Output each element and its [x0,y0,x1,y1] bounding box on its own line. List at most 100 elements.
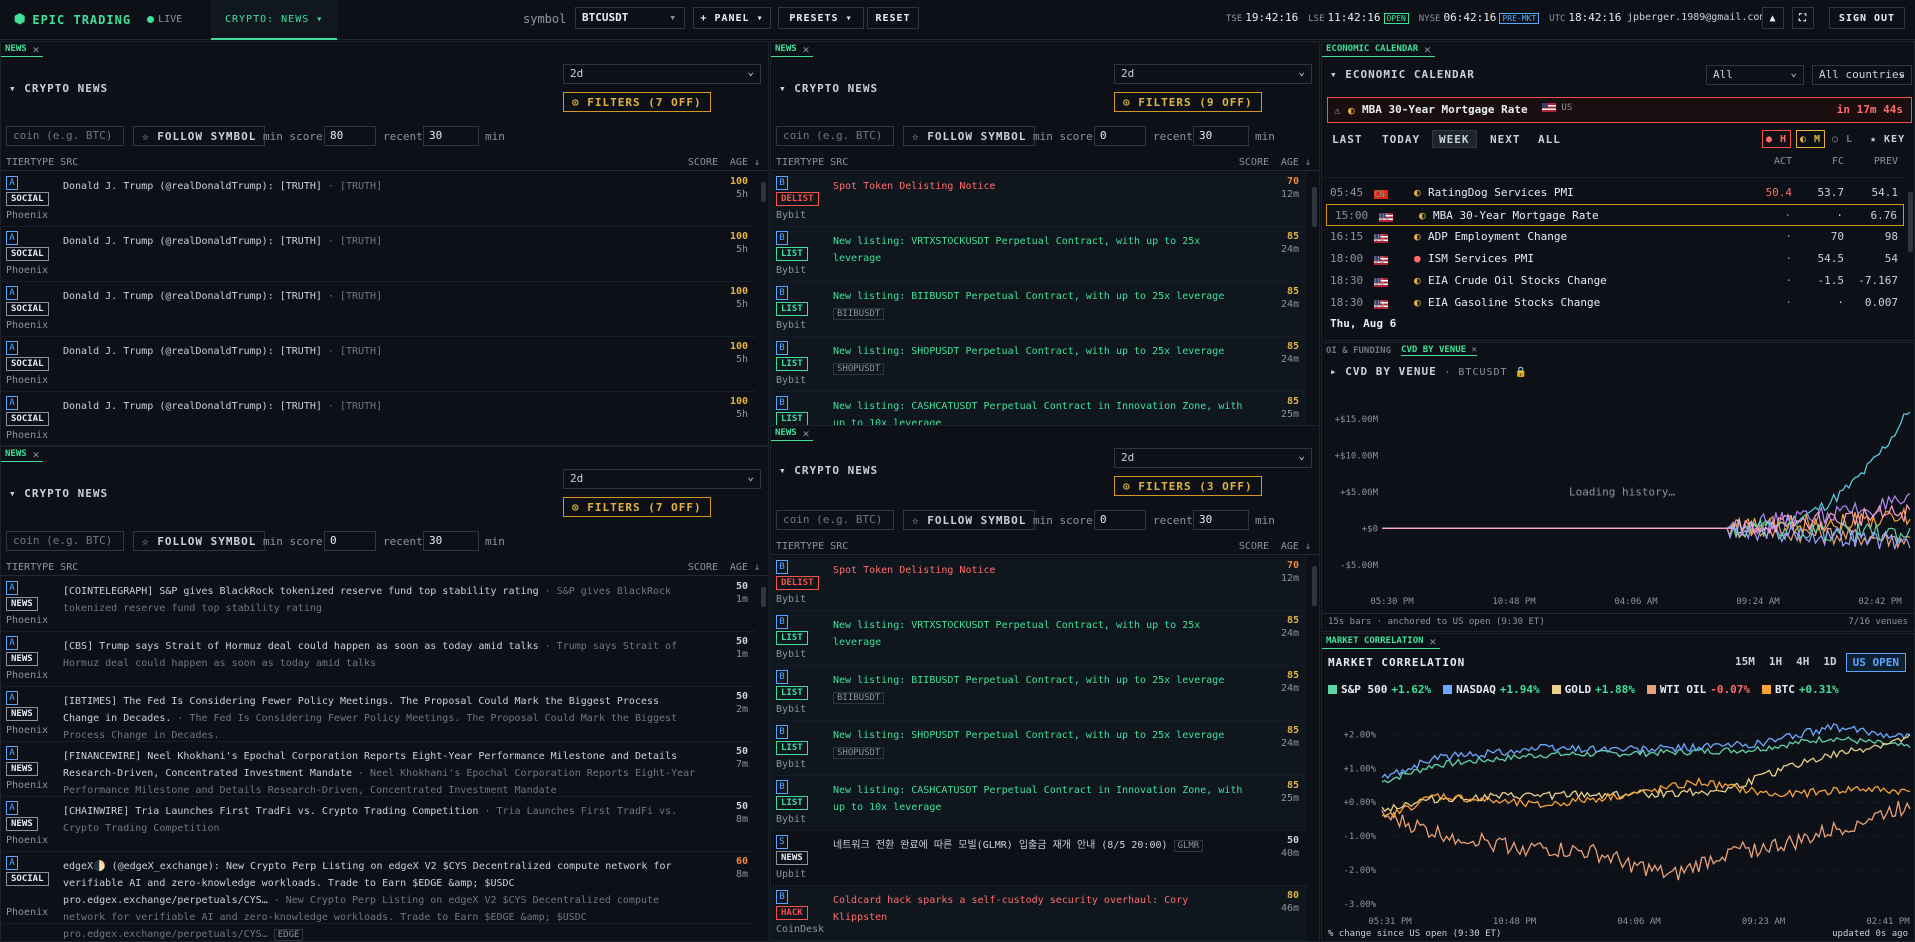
close-icon[interactable]: ✕ [1424,43,1431,56]
news-title[interactable]: 네트워크 전환 완료에 따른 모빌(GLMR) 입출금 재개 안내 (8/5 2… [833,837,1247,855]
news-title[interactable]: Donald J. Trump (@realDonaldTrump): [TRU… [63,178,696,195]
score-column[interactable]: SCORE [1239,541,1269,552]
list-item[interactable]: B LIST Bybit New listing: BIIBUSDT Perpetua… [771,282,1307,337]
nav-next[interactable]: NEXT [1484,130,1527,148]
range-1h[interactable]: 1H [1764,653,1787,672]
presets-button[interactable]: PRESETS ▾ [778,7,864,29]
fullscreen-button[interactable]: ⛶ [1792,7,1814,29]
recent-input[interactable]: 30 [423,126,479,146]
list-item[interactable]: A SOCIAL Phoenix Donald J. Trump (@realDona… [1,227,756,282]
filters-button[interactable]: ⊙ FILTERS (9 OFF) [1114,92,1262,112]
news-title[interactable]: [CBS] Trump says Strait of Hormuz deal c… [63,638,696,672]
scrollbar[interactable] [761,182,766,202]
panel-header[interactable]: ▾ CRYPTO NEWS [779,464,878,477]
follow-symbol-button[interactable]: ☆ FOLLOW SYMBOL [133,531,266,551]
list-item[interactable]: B LIST Bybit New listing: SHOPUSDT Perpetua… [771,337,1307,392]
legend-item[interactable]: WTI OIL -0.07% [1646,683,1750,696]
add-panel-button[interactable]: + PANEL ▾ [693,7,771,29]
list-item[interactable]: A SOCIAL Phoenix Donald J. Trump (@realDona… [1,172,756,227]
scrollbar[interactable] [1908,192,1913,252]
list-item[interactable]: B DELIST Bybit Spot Token Delisting Notice 7… [771,556,1307,611]
score-column[interactable]: SCORE [1239,157,1269,168]
min-score-input[interactable]: 80 [324,126,376,146]
tab-news[interactable]: NEWS ✕ [771,426,814,441]
list-item[interactable]: B LIST Bybit New listing: BIIBUSDT Perpetua… [771,666,1307,721]
scrollbar[interactable] [761,587,766,607]
calendar-row[interactable]: 18:00 US ● ISM Services PMI · 54.5 54 [1322,248,1904,270]
list-item[interactable]: B LIST Bybit New listing: VRTXSTOCKUSDT Per… [771,227,1307,282]
min-score-input[interactable]: 0 [324,531,376,551]
news-title[interactable]: Donald J. Trump (@realDonaldTrump): [TRU… [63,343,696,360]
symbol-tag[interactable]: BIIBUSDT [833,692,885,704]
filters-button[interactable]: ⊙ FILTERS (7 OFF) [563,92,711,112]
coin-input[interactable]: coin (e.g. BTC) [776,510,894,530]
scrollbar[interactable] [1312,187,1317,227]
legend-item[interactable]: NASDAQ +1.94% [1443,683,1540,696]
list-item[interactable]: A NEWS Phoenix [IBTIMES] The Fed Is Conside… [1,687,756,742]
news-title[interactable]: [COINTELEGRAPH] S&P gives BlackRock toke… [63,583,696,617]
recent-input[interactable]: 30 [423,531,479,551]
calendar-row[interactable]: 15:00 US ◐ MBA 30-Year Mortgage Rate · · 6.76 [1326,204,1904,226]
upcoming-alert[interactable]: ⚠ ◐ MBA 30-Year Mortgage Rate US in 17m … [1327,97,1912,123]
workspace-tab[interactable]: CRYPTO: NEWS ▾ [211,0,338,40]
score-column[interactable]: SCORE [688,562,718,573]
tab-oi-funding[interactable]: OI & FUNDING [1326,346,1391,356]
coin-input[interactable]: coin (e.g. BTC) [6,126,124,146]
scrollbar[interactable] [1312,566,1317,606]
age-column[interactable]: AGE ↓ [730,157,760,168]
filter-high[interactable]: ● H [1762,130,1792,148]
tab-market-correlation[interactable]: MARKET CORRELATION ✕ [1322,634,1441,649]
panel-header[interactable]: ▾ CRYPTO NEWS [9,487,108,500]
filter-key[interactable]: ★ KEY [1864,130,1911,148]
news-title[interactable]: New listing: CASHCATUSDT Perpetual Contr… [833,782,1247,816]
follow-symbol-button[interactable]: ☆ FOLLOW SYMBOL [903,126,1036,146]
close-icon[interactable]: ✕ [1430,635,1437,648]
list-item[interactable]: A SOCIAL Phoenix Donald J. Trump (@realDona… [1,392,756,445]
age-column[interactable]: AGE ↓ [730,562,760,573]
calendar-row[interactable]: 05:45 CN ◐ RatingDog Services PMI 50.4 53.7 5… [1322,182,1904,204]
list-item[interactable]: B LIST Bybit New listing: SHOPUSDT Perpetua… [771,721,1307,776]
list-item[interactable]: A SOCIAL Phoenix Donald J. Trump (@realDona… [1,282,756,337]
news-title[interactable]: Spot Token Delisting Notice [833,562,1247,579]
symbol-tag[interactable]: GLMR [1173,840,1204,852]
sign-out-button[interactable]: SIGN OUT [1829,7,1905,29]
news-title[interactable]: Donald J. Trump (@realDonaldTrump): [TRU… [63,288,696,305]
age-column[interactable]: AGE ↓ [1281,157,1311,168]
nav-all[interactable]: ALL [1532,130,1567,148]
tab-economic-calendar[interactable]: ECONOMIC CALENDAR ✕ [1322,42,1435,57]
recent-input[interactable]: 30 [1193,510,1249,530]
list-item[interactable]: B LIST Bybit New listing: VRTXSTOCKUSDT Per… [771,611,1307,666]
scroll-top-button[interactable]: ▲ [1762,7,1784,29]
legend-item[interactable]: S&P 500 +1.62% [1328,683,1431,696]
filter-low[interactable]: ○ L [1829,130,1856,148]
news-title[interactable]: Spot Token Delisting Notice [833,178,1247,195]
close-icon[interactable]: ✕ [803,427,810,440]
nav-today[interactable]: TODAY [1376,130,1426,148]
news-title[interactable]: New listing: SHOPUSDT Perpetual Contract… [833,343,1247,378]
follow-symbol-button[interactable]: ☆ FOLLOW SYMBOL [903,510,1036,530]
list-item[interactable]: B HACK CoinDesk Coldcard hack sparks a self… [771,886,1307,941]
min-score-input[interactable]: 0 [1094,510,1146,530]
list-item[interactable]: A SOCIAL Phoenix edgeX🌓 (@edgeX_exchange): … [1,852,756,941]
nav-last[interactable]: LAST [1326,130,1369,148]
symbol-select[interactable]: BTCUSDT ▾ [575,7,685,29]
symbol-tag[interactable]: BIIBUSDT [833,308,885,320]
symbol-tag[interactable]: SHOPUSDT [833,363,885,375]
panel-header[interactable]: ▾ ECONOMIC CALENDAR [1330,68,1475,81]
coin-input[interactable]: coin (e.g. BTC) [776,126,894,146]
timeframe-select[interactable]: 2d [1114,64,1312,84]
news-title[interactable]: New listing: SHOPUSDT Perpetual Contract… [833,727,1247,762]
list-item[interactable]: B DELIST Bybit Spot Token Delisting Notice 7… [771,172,1307,227]
calendar-row[interactable]: 16:15 US ◐ ADP Employment Change · 70 98 [1322,226,1904,248]
legend-item[interactable]: GOLD +1.88% [1551,683,1635,696]
news-title[interactable]: Coldcard hack sparks a self-custody secu… [833,892,1247,926]
nav-week[interactable]: WEEK [1432,130,1477,148]
filter-medium[interactable]: ◐ M [1796,130,1826,148]
list-item[interactable]: A NEWS Phoenix [CHAINWIRE] Tria Launches Fi… [1,797,756,852]
follow-symbol-button[interactable]: ☆ FOLLOW SYMBOL [133,126,266,146]
country-filter-select[interactable]: All countries [1812,65,1912,85]
news-title[interactable]: [FINANCEWIRE] Neel Khokhani's Epochal Co… [63,748,696,799]
close-icon[interactable]: ✕ [1471,345,1476,355]
news-title[interactable]: New listing: BIIBUSDT Perpetual Contract… [833,672,1247,707]
list-item[interactable]: A NEWS Phoenix [COINTELEGRAPH] S&P gives Bl… [1,577,756,632]
